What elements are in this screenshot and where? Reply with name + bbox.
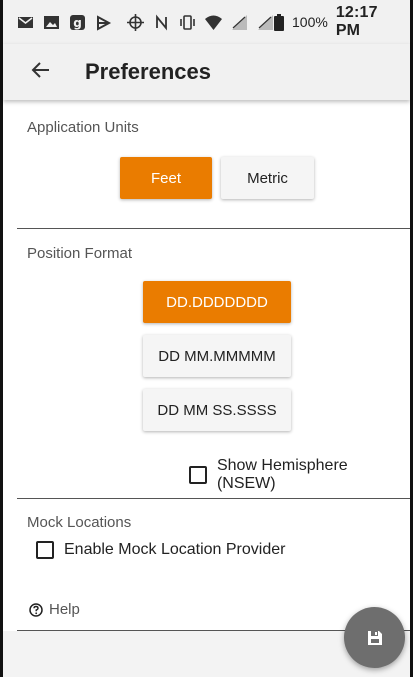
section-title-mock-locations: Mock Locations <box>27 514 132 531</box>
clock: 12:17 PM <box>335 4 378 39</box>
navigation-icon <box>95 14 112 31</box>
help-circle-icon <box>29 602 43 617</box>
status-bar: g 100% 12:17 PM <box>3 0 410 44</box>
wifi-icon <box>205 14 222 31</box>
show-hemisphere-option[interactable]: Show Hemisphere (NSEW) <box>189 457 410 493</box>
nfc-icon <box>153 13 170 31</box>
gps-icon <box>127 13 144 31</box>
save-fab-button[interactable] <box>344 607 405 668</box>
battery-percent: 100% <box>292 14 328 30</box>
arrow-left-icon <box>29 58 53 87</box>
format-dd-mm-button[interactable]: DD MM.MMMMM <box>143 335 291 377</box>
enable-mock-location-checkbox[interactable] <box>36 541 54 559</box>
divider <box>17 228 410 229</box>
enable-mock-location-label: Enable Mock Location Provider <box>64 541 286 558</box>
app-bar: Preferences <box>3 44 410 100</box>
section-title-application-units: Application Units <box>27 119 139 136</box>
signal-icon-2 <box>257 14 274 31</box>
section-title-position-format: Position Format <box>27 245 133 262</box>
units-feet-button[interactable]: Feet <box>120 157 212 199</box>
save-icon <box>366 629 384 647</box>
show-hemisphere-label: Show Hemisphere (NSEW) <box>216 457 348 492</box>
battery-icon <box>274 13 284 31</box>
app-g-icon: g <box>69 14 86 31</box>
help-label: Help <box>49 601 80 618</box>
back-button[interactable] <box>13 44 69 100</box>
format-dd-decimal-button[interactable]: DD.DDDDDDD <box>143 281 291 323</box>
signal-icon <box>231 14 248 31</box>
photos-icon <box>43 14 60 31</box>
enable-mock-location-option[interactable]: Enable Mock Location Provider <box>36 541 285 559</box>
units-metric-button[interactable]: Metric <box>221 157 314 199</box>
format-dd-mm-ss-button[interactable]: DD MM SS.SSSS <box>143 389 291 431</box>
page-title: Preferences <box>85 59 211 84</box>
divider <box>17 498 410 499</box>
vibrate-icon <box>179 14 196 31</box>
show-hemisphere-checkbox[interactable] <box>189 466 207 484</box>
svg-text:g: g <box>73 16 82 30</box>
help-link[interactable]: Help <box>29 601 80 618</box>
screen: g 100% 12:17 PM Preferences Application … <box>0 0 413 677</box>
gmail-icon <box>17 14 34 31</box>
